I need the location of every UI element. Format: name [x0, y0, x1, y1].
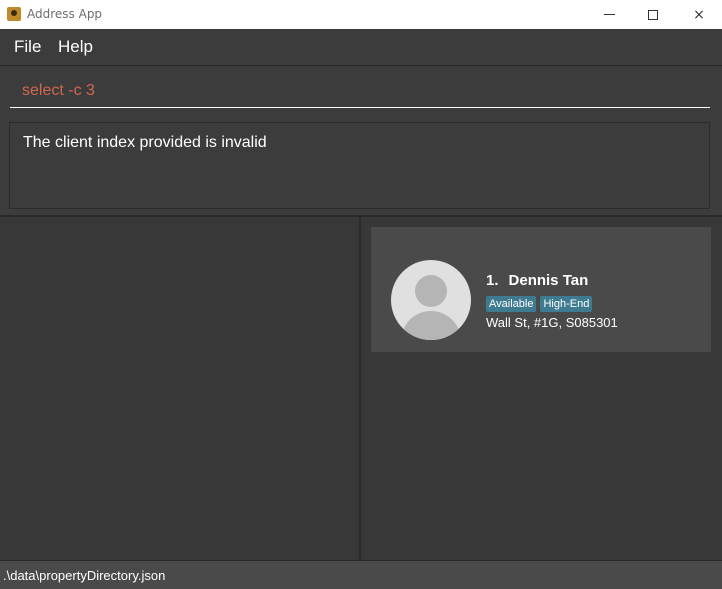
avatar-body: [401, 311, 461, 340]
client-address: Wall St, #1G, S085301: [486, 315, 618, 330]
menu-file[interactable]: File: [14, 37, 41, 57]
client-name-row: 1. Dennis Tan: [486, 272, 588, 289]
client-index: 1.: [486, 272, 499, 289]
avatar-head: [415, 275, 447, 307]
status-bar: .\data\propertyDirectory.json: [0, 560, 722, 589]
maximize-button[interactable]: [630, 0, 676, 29]
client-tags: Available High-End: [486, 296, 593, 312]
window-titlebar: Address App ×: [0, 0, 722, 29]
minimize-button[interactable]: [586, 0, 632, 29]
tag-available: Available: [486, 296, 537, 312]
menu-help[interactable]: Help: [58, 37, 93, 57]
close-button[interactable]: ×: [676, 0, 722, 29]
command-box: [0, 66, 722, 116]
tag-high-end: High-End: [540, 296, 593, 312]
avatar: [391, 260, 471, 340]
close-icon: ×: [693, 6, 705, 23]
client-card[interactable]: 1. Dennis Tan Available High-End Wall St,…: [371, 227, 711, 352]
maximize-icon: [648, 9, 658, 20]
window-title: Address App: [27, 7, 103, 21]
result-display: The client index provided is invalid: [9, 122, 710, 209]
data-file-path: .\data\propertyDirectory.json: [3, 568, 166, 583]
menu-bar: File Help: [0, 29, 722, 66]
command-input[interactable]: [10, 74, 710, 108]
property-list-panel: [0, 217, 359, 560]
app-icon: [7, 7, 21, 21]
result-message: The client index provided is invalid: [23, 134, 267, 151]
client-list-panel: 1. Dennis Tan Available High-End Wall St,…: [361, 217, 722, 560]
client-name: Dennis Tan: [508, 272, 589, 289]
minimize-icon: [603, 14, 615, 15]
